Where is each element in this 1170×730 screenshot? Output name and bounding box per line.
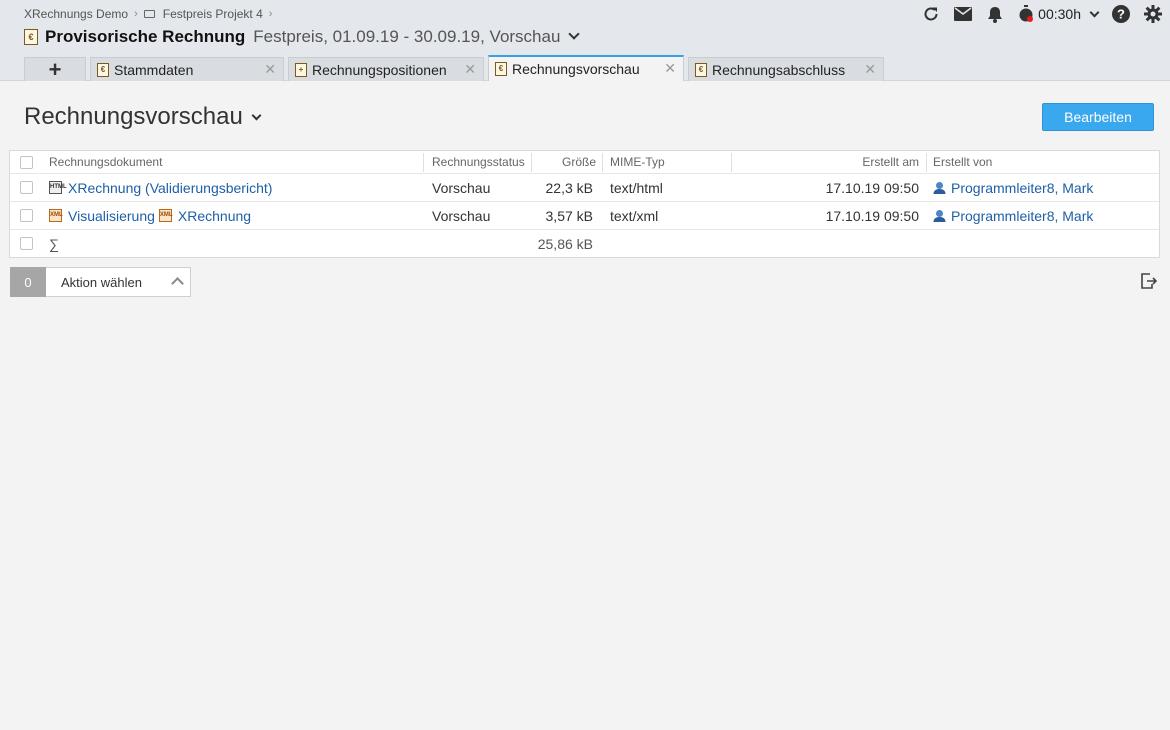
user-icon	[933, 182, 946, 194]
timer-value: 00:30h	[1038, 6, 1081, 22]
folder-icon	[143, 10, 155, 18]
invoice-icon: €	[695, 62, 707, 77]
created-at-cell: 17.10.19 09:50	[825, 179, 919, 196]
column-divider	[731, 153, 732, 172]
chevron-down-icon	[251, 110, 262, 120]
close-icon[interactable]: ✕	[664, 60, 676, 77]
breadcrumb-item-org[interactable]: XRechnungs Demo	[24, 7, 128, 21]
column-divider	[602, 153, 603, 172]
breadcrumb-item-project[interactable]: Festpreis Projekt 4	[163, 7, 263, 21]
column-divider	[531, 153, 532, 172]
section-title[interactable]: Rechnungsvorschau	[24, 103, 262, 131]
table-header-row: Rechnungsdokument Rechnungsstatus Größe …	[10, 151, 1159, 174]
size-cell: 22,3 kB	[545, 179, 593, 196]
document-cell: HTML XRechnung (Validierungsbericht)	[49, 174, 272, 201]
xml-file-icon: XML	[49, 209, 63, 222]
chevron-down-icon[interactable]	[568, 28, 581, 40]
edit-button[interactable]: Bearbeiten	[1042, 103, 1154, 131]
html-file-icon: HTML	[49, 181, 67, 194]
refresh-icon[interactable]	[922, 5, 940, 23]
documents-table: Rechnungsdokument Rechnungsstatus Größe …	[9, 150, 1160, 258]
invoice-icon: €	[97, 62, 109, 77]
document-cell: XML Visualisierung XML XRechnung	[49, 202, 251, 229]
tab-bar: + € Stammdaten ✕ + Rechnungspositionen ✕…	[24, 55, 888, 82]
page-title-main: Provisorische Rechnung	[45, 27, 246, 46]
close-icon[interactable]: ✕	[864, 61, 876, 78]
close-icon[interactable]: ✕	[464, 61, 476, 78]
document-link[interactable]: XRechnung (Validierungsbericht)	[68, 180, 272, 196]
document-link-visualisierung[interactable]: Visualisierung	[68, 208, 155, 224]
export-icon[interactable]	[1139, 272, 1157, 290]
breadcrumb: XRechnungs Demo › Festpreis Projekt 4 ›	[24, 7, 272, 21]
size-cell: 3,57 kB	[545, 207, 593, 224]
created-at-cell: 17.10.19 09:50	[825, 207, 919, 224]
row-checkbox[interactable]	[20, 209, 33, 222]
table-row[interactable]: XML Visualisierung XML XRechnung Vorscha…	[10, 202, 1159, 230]
column-header-size[interactable]: Größe	[535, 151, 596, 173]
user-link[interactable]: Programmleiter8, Mark	[951, 208, 1093, 224]
close-icon[interactable]: ✕	[264, 61, 276, 78]
column-header-created-by[interactable]: Erstellt von	[933, 151, 992, 173]
column-header-status[interactable]: Rechnungsstatus	[432, 151, 525, 173]
tab-label: Rechnungsvorschau	[512, 61, 640, 77]
row-select-cell	[20, 174, 33, 201]
select-all-cell	[20, 151, 33, 173]
status-cell: Vorschau	[432, 207, 491, 224]
selected-count-badge: 0	[10, 267, 55, 297]
tab-rechnungsabschluss[interactable]: € Rechnungsabschluss ✕	[688, 57, 884, 81]
column-header-document[interactable]: Rechnungsdokument	[49, 151, 162, 173]
table-row[interactable]: HTML XRechnung (Validierungsbericht) Vor…	[10, 174, 1159, 202]
column-header-mime[interactable]: MIME-Typ	[610, 151, 665, 173]
breadcrumb-separator: ›	[134, 8, 138, 20]
created-by-cell: Programmleiter8, Mark	[933, 174, 1093, 201]
invoice-icon: €	[24, 29, 38, 45]
sum-symbol: ∑	[49, 235, 59, 252]
user-link[interactable]: Programmleiter8, Mark	[951, 180, 1093, 196]
breadcrumb-separator: ›	[268, 8, 273, 20]
help-icon[interactable]: ?	[1112, 5, 1130, 23]
action-select[interactable]: Aktion wählen	[46, 267, 191, 297]
tab-stammdaten[interactable]: € Stammdaten ✕	[90, 57, 284, 81]
row-checkbox[interactable]	[20, 237, 33, 250]
column-divider	[926, 153, 927, 172]
app-header: XRechnungs Demo › Festpreis Projekt 4 › …	[0, 0, 1170, 82]
tab-label: Rechnungsabschluss	[712, 61, 846, 78]
tab-rechnungspositionen[interactable]: + Rechnungspositionen ✕	[288, 57, 484, 81]
row-select-cell	[20, 230, 33, 257]
mime-cell: text/html	[610, 179, 663, 196]
row-checkbox[interactable]	[20, 181, 33, 194]
top-toolbar: 00:30h ?	[922, 4, 1162, 24]
add-tab-button[interactable]: +	[24, 57, 86, 82]
chevron-down-icon	[1089, 7, 1100, 17]
user-icon	[933, 210, 946, 222]
table-sum-row: ∑ 25,86 kB	[10, 230, 1159, 257]
select-all-checkbox[interactable]	[20, 155, 33, 169]
status-cell: Vorschau	[432, 179, 491, 196]
xml-file-icon: XML	[158, 209, 173, 222]
tab-label: Stammdaten	[114, 61, 194, 78]
created-by-cell: Programmleiter8, Mark	[933, 202, 1093, 229]
tab-rechnungsvorschau[interactable]: € Rechnungsvorschau ✕	[488, 55, 684, 81]
column-divider	[423, 153, 424, 172]
mail-icon[interactable]	[954, 5, 973, 23]
mime-cell: text/xml	[610, 207, 659, 224]
section-title-label: Rechnungsvorschau	[24, 103, 243, 130]
invoice-icon: €	[495, 62, 507, 76]
document-link-xrechnung[interactable]: XRechnung	[178, 208, 251, 224]
invoice-positions-icon: +	[295, 62, 307, 77]
page-title: € Provisorische Rechnung Festpreis, 01.0…	[24, 27, 581, 47]
column-header-created-at[interactable]: Erstellt am	[735, 151, 919, 173]
svg-text:?: ?	[1117, 7, 1125, 22]
time-tracker[interactable]: 00:30h	[1018, 5, 1100, 23]
chevron-up-icon	[171, 277, 184, 290]
page-title-sub: Festpreis, 01.09.19 - 30.09.19, Vorschau	[253, 27, 561, 46]
row-select-cell	[20, 202, 33, 229]
action-select-label: Aktion wählen	[61, 274, 142, 290]
gear-icon[interactable]	[1144, 5, 1162, 23]
tab-label: Rechnungspositionen	[312, 61, 447, 78]
stopwatch-icon	[1019, 5, 1034, 22]
sum-size: 25,86 kB	[537, 235, 593, 252]
bell-icon[interactable]	[986, 5, 1004, 23]
